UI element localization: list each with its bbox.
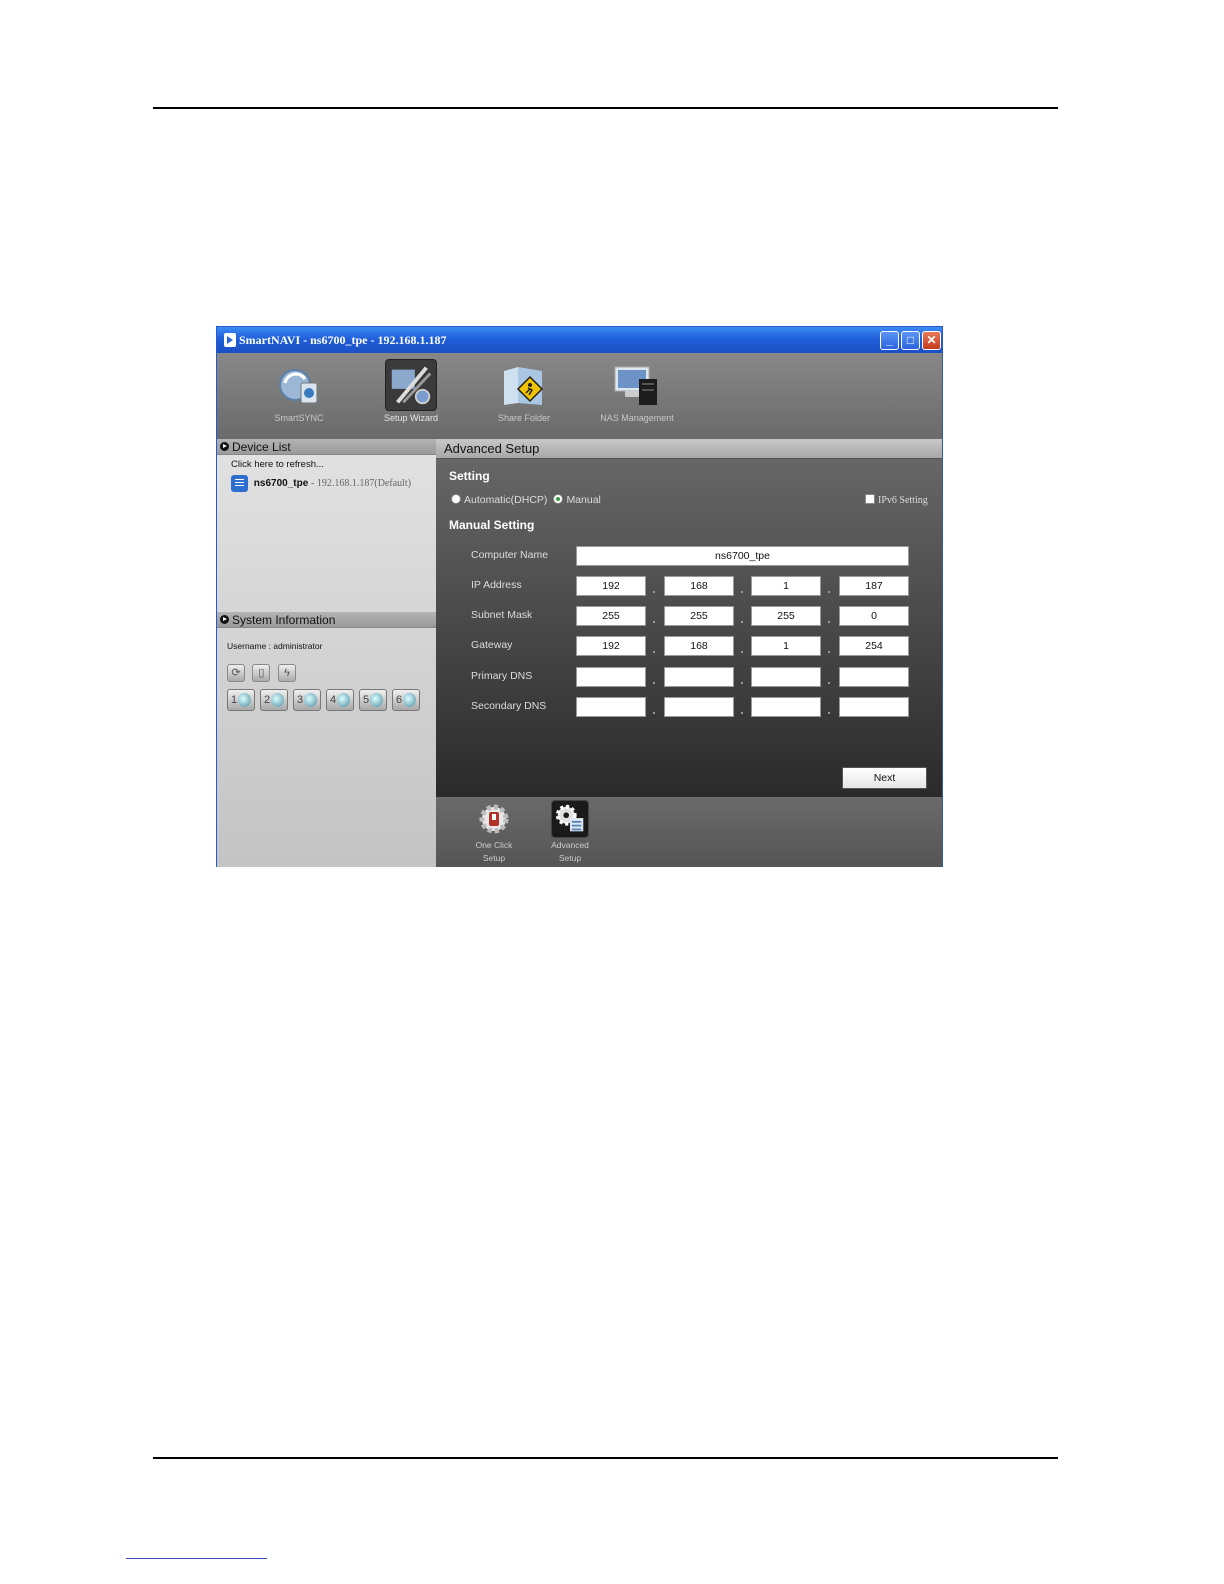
system-action-buttons: ⟳ ▯ ϟ	[227, 663, 299, 682]
device-name: ns6700_tpe	[253, 478, 309, 490]
expand-arrow-icon	[220, 442, 229, 451]
next-button[interactable]: Next	[842, 767, 927, 789]
advanced-setup-icon	[551, 800, 589, 838]
secondary-dns-label: Secondary DNS	[471, 700, 547, 712]
gateway-octet-1[interactable]: 192	[576, 636, 646, 656]
footer-link-underline	[126, 1558, 267, 1559]
disk-status-row: 123456	[227, 689, 425, 711]
nas-management-icon	[614, 366, 657, 405]
gateway-octet-3[interactable]: 1	[751, 636, 821, 656]
disk-3-icon[interactable]: 3	[293, 689, 321, 711]
device-address: - 192.168.1.187(Default)	[311, 478, 412, 490]
dhcp-radio-label: Automatic(DHCP)	[464, 494, 548, 506]
minimize-button[interactable]: _	[880, 331, 899, 350]
toolbar-setup-wizard[interactable]: Setup Wizard	[371, 353, 451, 439]
refresh-link[interactable]: Click here to refresh...	[231, 459, 324, 470]
disk-5-icon[interactable]: 5	[359, 689, 387, 711]
disk-2-icon[interactable]: 2	[260, 689, 288, 711]
disk-4-icon[interactable]: 4	[326, 689, 354, 711]
ip-address-label: IP Address	[471, 579, 522, 591]
toolbar-smartsync-label: SmartSYNC	[274, 413, 324, 423]
page-footer-rule	[153, 1457, 1058, 1459]
one-click-setup-label: One Click Setup	[459, 839, 529, 865]
ipv6-setting: IPv6 Setting	[865, 494, 928, 506]
gateway-octet-4[interactable]: 254	[839, 636, 909, 656]
one-click-label-line1: One Click	[475, 840, 513, 850]
window-title: SmartNAVI - ns6700_tpe - 192.168.1.187	[239, 333, 447, 347]
gateway-octet-2[interactable]: 168	[664, 636, 734, 656]
ip-octet-4[interactable]: 187	[839, 576, 909, 596]
disk-6-icon[interactable]: 6	[392, 689, 420, 711]
secondary-dns-octet-4[interactable]	[839, 697, 909, 717]
ipv6-checkbox[interactable]	[865, 494, 875, 504]
panel-title: Advanced Setup	[436, 439, 942, 459]
primary-dns-label: Primary DNS	[471, 670, 533, 682]
advanced-label-line2: Setup	[558, 853, 582, 863]
book-icon[interactable]: ▯	[252, 664, 271, 682]
primary-dns-octet-1[interactable]	[576, 667, 646, 687]
manual-radio-label: Manual	[566, 494, 601, 506]
one-click-setup-button[interactable]: One Click Setup	[459, 797, 529, 867]
primary-dns-octet-4[interactable]	[839, 667, 909, 687]
device-list-title: Device List	[232, 440, 291, 454]
secondary-dns-octet-1[interactable]	[576, 697, 646, 717]
advanced-label-line1: Advanced	[551, 840, 589, 850]
disk-1-icon[interactable]: 1	[227, 689, 255, 711]
toolbar-nas-management[interactable]: NAS Management	[587, 353, 687, 439]
advanced-setup-button[interactable]: Advanced Setup	[535, 797, 605, 867]
left-panel: Device List Click here to refresh... ns6…	[217, 439, 436, 867]
secondary-dns-octet-2[interactable]	[664, 697, 734, 717]
page-header-rule	[153, 107, 1058, 109]
ip-octet-3[interactable]: 1	[751, 576, 821, 596]
power-icon[interactable]: ϟ	[277, 664, 296, 682]
system-information-header[interactable]: System Information	[217, 612, 436, 628]
close-button[interactable]: ✕	[922, 331, 941, 350]
computer-name-field[interactable]: ns6700_tpe	[576, 546, 909, 566]
toolbar-setup-wizard-label: Setup Wizard	[383, 413, 439, 423]
one-click-label-line2: Setup	[482, 853, 506, 863]
device-list-item[interactable]: ns6700_tpe - 192.168.1.187(Default)	[231, 475, 411, 492]
setup-wizard-icon	[385, 359, 437, 411]
ip-octet-1[interactable]: 192	[576, 576, 646, 596]
ipv6-label: IPv6 Setting	[878, 495, 928, 506]
device-list-header[interactable]: Device List	[217, 439, 436, 455]
app-icon	[224, 333, 236, 347]
subnet-octet-3[interactable]: 255	[751, 606, 821, 626]
primary-dns-octet-3[interactable]	[751, 667, 821, 687]
manual-setting-heading: Manual Setting	[449, 518, 535, 532]
toolbar-smartsync[interactable]: SmartSYNC	[259, 353, 339, 439]
manual-radio[interactable]	[553, 494, 564, 504]
subnet-octet-1[interactable]: 255	[576, 606, 646, 626]
computer-name-label: Computer Name	[471, 549, 549, 561]
nas-device-icon	[231, 475, 248, 492]
expand-arrow-icon	[220, 615, 229, 624]
subnet-mask-label: Subnet Mask	[471, 609, 533, 621]
username-text: Username : administrator	[227, 641, 323, 651]
gateway-label: Gateway	[471, 639, 513, 651]
toolbar-share-folder[interactable]: Share Folder	[484, 353, 564, 439]
smartnavi-window: SmartNAVI - ns6700_tpe - 192.168.1.187 _…	[216, 326, 943, 867]
ip-octet-2[interactable]: 168	[664, 576, 734, 596]
toolbar-nas-management-label: NAS Management	[600, 413, 674, 423]
one-click-setup-icon	[479, 804, 509, 834]
secondary-dns-octet-3[interactable]	[751, 697, 821, 717]
system-information-title: System Information	[232, 613, 336, 627]
advanced-setup-panel: Advanced Setup Setting Automatic(DHCP) Ma…	[436, 439, 942, 797]
maximize-button[interactable]: □	[901, 331, 920, 350]
dhcp-radio[interactable]	[451, 494, 461, 504]
refresh-icon[interactable]: ⟳	[227, 664, 245, 682]
title-bar[interactable]: SmartNAVI - ns6700_tpe - 192.168.1.187 _…	[217, 327, 942, 353]
ip-mode-radio-group: Automatic(DHCP) Manual	[451, 494, 601, 506]
share-folder-icon	[504, 367, 544, 405]
setup-mode-bar: One Click Setup Advanced Setup	[436, 797, 942, 867]
subnet-octet-2[interactable]: 255	[664, 606, 734, 626]
primary-dns-octet-2[interactable]	[664, 667, 734, 687]
setting-heading: Setting	[449, 469, 490, 483]
subnet-octet-4[interactable]: 0	[839, 606, 909, 626]
smartsync-icon	[279, 369, 318, 404]
advanced-setup-label: Advanced Setup	[535, 839, 605, 865]
main-toolbar: SmartSYNC Setup Wizard Share Folder NAS …	[217, 353, 942, 439]
toolbar-share-folder-label: Share Folder	[497, 413, 551, 423]
